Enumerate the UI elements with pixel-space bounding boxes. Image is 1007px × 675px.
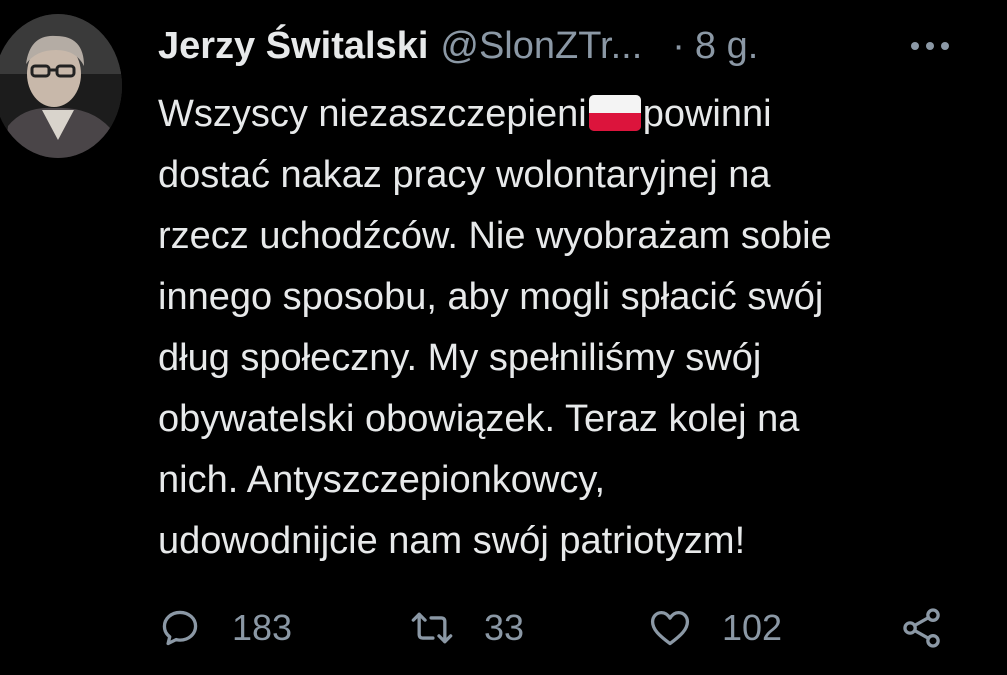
tweet-line: obywatelski obowiązek. Teraz kolej na	[158, 398, 800, 440]
like-button[interactable]: 102	[648, 598, 782, 658]
author-handle[interactable]: @SlonZTr...	[440, 25, 642, 68]
tweet-line: dług społeczny. My spełniliśmy swój	[158, 337, 762, 379]
tweet-line: rzecz uchodźców. Nie wyobrażam sobie	[158, 215, 832, 257]
reply-button[interactable]: 183	[158, 598, 292, 658]
avatar-photo	[0, 14, 122, 158]
more-dot	[941, 42, 949, 50]
tweet-line-text: Wszyscy niezaszczepieni	[158, 93, 587, 135]
more-dot	[911, 42, 919, 50]
flag-white-band	[588, 95, 641, 113]
author-name[interactable]: Jerzy Świtalski	[158, 25, 428, 68]
like-count: 102	[722, 607, 783, 648]
tweet-timestamp[interactable]: 8 g.	[695, 25, 758, 68]
more-options-icon[interactable]	[911, 42, 949, 50]
tweet-line: dostać nakaz pracy wolontaryjnej na	[158, 154, 771, 196]
tweet-line: nich. Antyszczepionkowcy,	[158, 459, 606, 501]
heart-icon	[650, 610, 690, 646]
retweet-button[interactable]: 33	[410, 598, 524, 658]
share-icon	[903, 608, 940, 648]
share-button[interactable]	[900, 598, 944, 658]
retweet-count: 33	[484, 607, 525, 648]
reply-icon	[162, 610, 198, 646]
header-separator: ·	[672, 24, 685, 67]
tweet-line: innego sposobu, aby mogli spłacić swój	[158, 276, 824, 318]
tweet-line-text: powinni	[642, 93, 772, 135]
avatar[interactable]	[0, 14, 122, 158]
tweet-line: udowodnijcie nam swój patriotyzm!	[158, 520, 746, 562]
flag-red-band	[588, 113, 641, 131]
tweet-header: Jerzy Świtalski @SlonZTr... · 8 g.	[158, 22, 988, 70]
more-dot	[926, 42, 934, 50]
tweet-actions: 183 33 102	[158, 598, 958, 658]
tweet-text: Wszyscy niezaszczepieni powinni dostać na…	[158, 84, 988, 572]
retweet-icon	[411, 612, 453, 644]
reply-count: 183	[232, 607, 293, 648]
tweet-line: Wszyscy niezaszczepieni powinni	[158, 84, 988, 145]
poland-flag-emoji	[588, 95, 641, 131]
